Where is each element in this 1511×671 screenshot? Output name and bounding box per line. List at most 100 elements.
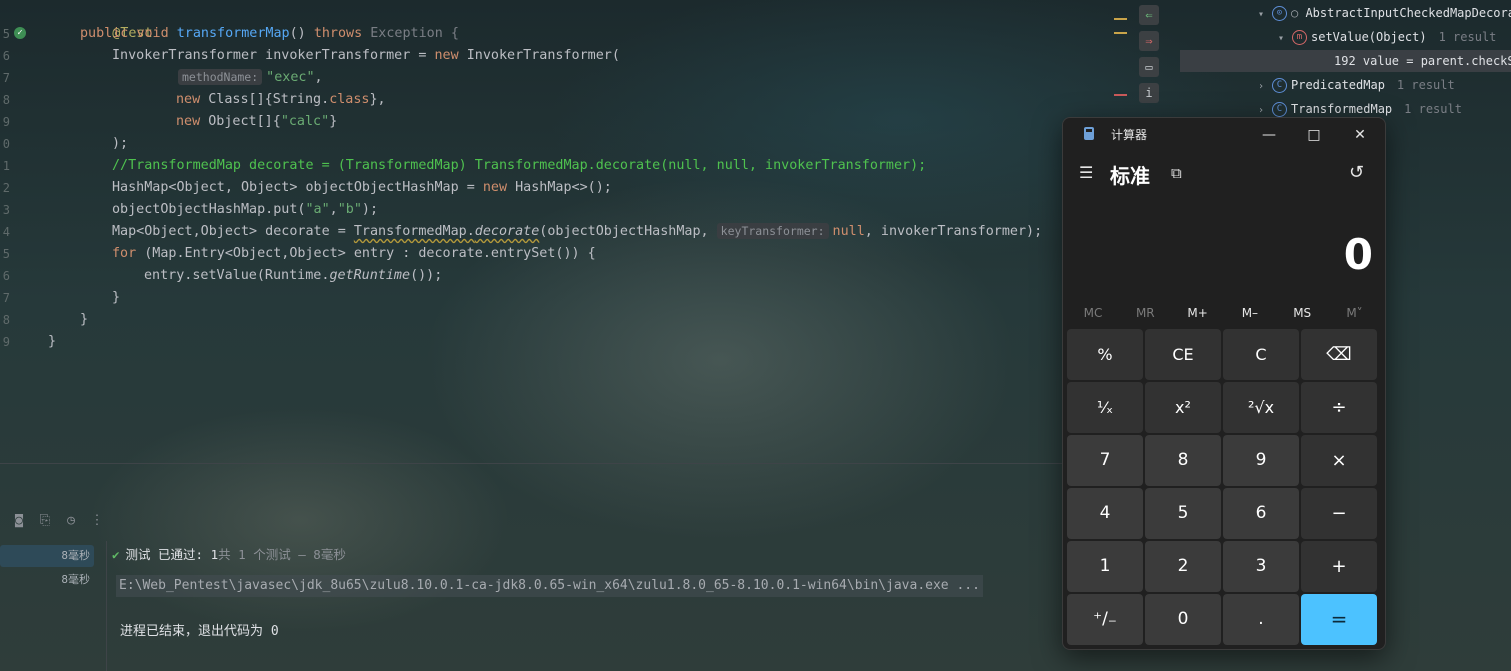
navigate-back-icon[interactable]: ⇐ xyxy=(1139,5,1159,25)
decimal-button[interactable]: . xyxy=(1223,594,1299,645)
info-icon[interactable]: i xyxy=(1139,83,1159,103)
chevron-down-icon[interactable]: ▾ xyxy=(1278,28,1292,50)
clear-button[interactable]: C xyxy=(1223,329,1299,380)
keep-on-top-icon[interactable]: ⧉ xyxy=(1171,164,1182,182)
digit-0-button[interactable]: 0 xyxy=(1145,594,1221,645)
line-number: 6 xyxy=(2,269,10,283)
equals-button[interactable]: = xyxy=(1301,594,1377,645)
minimize-button[interactable]: — xyxy=(1249,122,1289,148)
line-number: 7 xyxy=(2,291,10,305)
line-number: 8 xyxy=(2,93,10,107)
console-exit-message: 进程已结束，退出代码为 0 xyxy=(120,624,279,639)
line-number: 6 xyxy=(2,49,10,63)
digit-7-button[interactable]: 7 xyxy=(1067,435,1143,486)
tree-item-class[interactable]: › C PredicatedMap 1 result xyxy=(1258,74,1455,96)
mode-title: 标准 xyxy=(1110,164,1150,188)
history-icon[interactable]: ↺ xyxy=(1349,162,1364,183)
camera-icon[interactable]: ◙ xyxy=(10,512,28,530)
export-icon[interactable]: ⎘ xyxy=(36,512,54,530)
tree-item-class[interactable]: ▾ ⊙ ○ AbstractInputCheckedMapDecora xyxy=(1258,2,1511,24)
memory-button[interactable]: M˅ xyxy=(1329,301,1381,325)
clear-entry-button[interactable]: CE xyxy=(1145,329,1221,380)
console-command-line[interactable]: E:\Web_Pentest\javasec\jdk_8u65\zulu8.10… xyxy=(116,575,983,597)
check-icon: ✔ xyxy=(112,547,120,562)
find-usages-toolbar: ⇐ ⇒ ▭ i xyxy=(1131,0,1171,120)
line-number: 0 xyxy=(2,137,10,151)
run-toolbar: ◙ ⎘ ◷ ⋮ xyxy=(0,508,200,534)
maximize-button[interactable]: □ xyxy=(1294,122,1334,148)
digit-3-button[interactable]: 3 xyxy=(1223,541,1299,592)
digit-9-button[interactable]: 9 xyxy=(1223,435,1299,486)
divide-button[interactable]: ÷ xyxy=(1301,382,1377,433)
scrollbar-warning-marker[interactable] xyxy=(1114,18,1127,20)
keypad: % CE C ⌫ ¹⁄ₓ x² ²√x ÷ 7 8 9 × 4 5 6− 1 2 3 + ⁺/₋ 0. = xyxy=(1067,329,1381,647)
class-icon: C xyxy=(1272,102,1287,117)
test-history-item[interactable]: 8毫秒 xyxy=(0,569,94,591)
scrollbar-error-marker[interactable] xyxy=(1114,94,1127,96)
line-number: 2 xyxy=(2,181,10,195)
memory-button[interactable]: MS xyxy=(1276,301,1328,325)
calculator-window[interactable]: 计算器 — □ ✕ ☰ 标准 ⧉ ↺ 0 MC MR M+ M– MS M˅ % CE C ⌫ ¹… xyxy=(1062,117,1386,650)
chevron-right-icon[interactable]: › xyxy=(1258,76,1272,98)
memory-button[interactable]: MR xyxy=(1119,301,1171,325)
history-icon[interactable]: ◷ xyxy=(62,512,80,530)
code-line: InvokerTransformer invokerTransformer = … xyxy=(112,48,620,63)
digit-5-button[interactable]: 5 xyxy=(1145,488,1221,539)
navigate-exit-icon[interactable]: ⇒ xyxy=(1139,31,1159,51)
memory-button[interactable]: M– xyxy=(1224,301,1276,325)
code-line: ); xyxy=(112,136,129,151)
memory-row: MC MR M+ M– MS M˅ xyxy=(1067,301,1381,325)
tree-item-usage-selected[interactable]: 192 value = parent.checkSe xyxy=(1180,50,1511,72)
line-number: 5 xyxy=(2,247,10,261)
chevron-down-icon[interactable]: ▾ xyxy=(1258,4,1272,26)
calculator-title-bar[interactable]: 计算器 — □ ✕ xyxy=(1063,118,1385,150)
reciprocal-button[interactable]: ¹⁄ₓ xyxy=(1067,382,1143,433)
tree-item-method[interactable]: ▾ m setValue(Object) 1 result xyxy=(1278,26,1496,48)
code-editor[interactable]: 5 6 7 8 9 0 1 2 3 4 5 6 7 8 9 ✓ @Test public void tran… xyxy=(0,0,1127,462)
test-result-status: ✔ 测试 已通过: 1共 1 个测试 – 8毫秒 xyxy=(112,547,346,562)
code-line: entry.setValue(Runtime.getRuntime()); xyxy=(144,268,443,283)
parameter-hint: methodName: xyxy=(178,69,263,85)
test-history-item[interactable]: 8毫秒 xyxy=(0,545,94,567)
code-line: public void transformerMap() throws Exce… xyxy=(80,26,459,41)
test-history-list: 8毫秒 8毫秒 xyxy=(0,541,107,671)
line-number: 5 xyxy=(2,27,10,41)
more-options-icon[interactable]: ⋮ xyxy=(88,512,106,530)
percent-button[interactable]: % xyxy=(1067,329,1143,380)
multiply-button[interactable]: × xyxy=(1301,435,1377,486)
line-number: 4 xyxy=(2,225,10,239)
memory-button[interactable]: M+ xyxy=(1172,301,1224,325)
panel-divider[interactable] xyxy=(0,463,1105,464)
negate-button[interactable]: ⁺/₋ xyxy=(1067,594,1143,645)
code-line: } xyxy=(48,334,57,349)
square-button[interactable]: x² xyxy=(1145,382,1221,433)
run-test-icon[interactable]: ✓ xyxy=(14,27,26,39)
menu-icon[interactable]: ☰ xyxy=(1079,164,1097,182)
line-number: 9 xyxy=(2,115,10,129)
add-button[interactable]: + xyxy=(1301,541,1377,592)
square-root-button[interactable]: ²√x xyxy=(1223,382,1299,433)
close-button[interactable]: ✕ xyxy=(1340,122,1380,148)
digit-1-button[interactable]: 1 xyxy=(1067,541,1143,592)
line-number: 3 xyxy=(2,203,10,217)
scrollbar-warning-marker[interactable] xyxy=(1114,32,1127,34)
code-line: methodName: "exec", xyxy=(178,67,323,89)
line-number: 9 xyxy=(2,335,10,349)
line-number: 7 xyxy=(2,71,10,85)
code-line: new Object[]{"calc"} xyxy=(176,114,338,129)
digit-8-button[interactable]: 8 xyxy=(1145,435,1221,486)
backspace-button[interactable]: ⌫ xyxy=(1301,329,1377,380)
abstract-class-icon: ⊙ xyxy=(1272,6,1287,21)
parameter-hint: keyTransformer: xyxy=(716,223,829,239)
digit-4-button[interactable]: 4 xyxy=(1067,488,1143,539)
digit-2-button[interactable]: 2 xyxy=(1145,541,1221,592)
folder-search-icon[interactable]: ▭ xyxy=(1139,57,1159,77)
window-title: 计算器 xyxy=(1111,128,1148,142)
code-line: new Class[]{String.class}, xyxy=(176,92,386,107)
memory-button[interactable]: MC xyxy=(1067,301,1119,325)
subtract-button[interactable]: − xyxy=(1301,488,1377,539)
digit-6-button[interactable]: 6 xyxy=(1223,488,1299,539)
calculator-header: ☰ 标准 ⧉ ↺ xyxy=(1063,156,1385,192)
code-line: //TransformedMap decorate = (Transformed… xyxy=(112,158,927,173)
class-icon: C xyxy=(1272,78,1287,93)
